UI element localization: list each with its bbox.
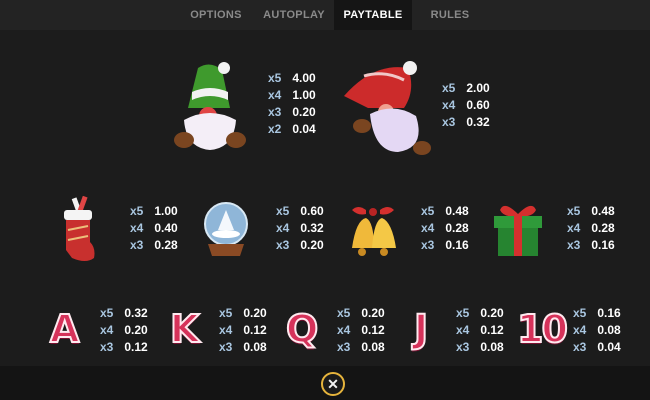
pay-row: x4 0.40 xyxy=(130,221,178,235)
green-gnome-pays: x5 4.00 x4 1.00 x3 0.20 x2 0.04 xyxy=(268,70,316,138)
pay-row: x4 0.28 xyxy=(421,221,469,235)
pay-row: x3 0.08 xyxy=(219,340,267,354)
tab-paytable[interactable]: PAYTABLE xyxy=(334,0,412,30)
pay-row: x4 1.00 xyxy=(268,88,316,102)
pay-row: x5 0.32 xyxy=(100,306,148,320)
tab-options[interactable]: OPTIONS xyxy=(178,0,254,30)
tab-rules[interactable]: RULES xyxy=(412,0,488,30)
gift-symbol xyxy=(494,205,542,256)
pay-row: x4 0.60 xyxy=(442,98,490,112)
pay-row: x3 0.28 xyxy=(130,238,178,252)
red-gnome-pays: x5 2.00 x4 0.60 x3 0.32 xyxy=(442,80,490,131)
pay-row: x5 0.48 xyxy=(567,204,615,218)
pay-row: x5 0.20 xyxy=(456,306,504,320)
pay-row: x5 1.00 xyxy=(130,204,178,218)
pay-row: x2 0.04 xyxy=(268,122,316,136)
letter-a-pays: x5 0.32 x4 0.20 x3 0.12 xyxy=(100,305,148,356)
pay-row: x4 0.20 xyxy=(100,323,148,337)
bells-symbol xyxy=(352,207,396,256)
pay-row: x4 0.28 xyxy=(567,221,615,235)
pay-row: x5 2.00 xyxy=(442,81,490,95)
pay-row: x3 0.04 xyxy=(573,340,621,354)
pay-row: x3 0.08 xyxy=(337,340,385,354)
letter-j-pays: x5 0.20 x4 0.12 x3 0.08 xyxy=(456,305,504,356)
pay-row: x3 0.32 xyxy=(442,115,490,129)
gift-pays: x5 0.48 x4 0.28 x3 0.16 xyxy=(567,203,615,254)
pay-row: x5 0.16 xyxy=(573,306,621,320)
letter-k-symbol: K xyxy=(169,306,200,352)
letter-k-pays: x5 0.20 x4 0.12 x3 0.08 xyxy=(219,305,267,356)
tab-bar: OPTIONS AUTOPLAY PAYTABLE RULES xyxy=(0,0,650,30)
snowglobe-symbol xyxy=(204,202,248,256)
red-gnome-symbol xyxy=(344,61,431,155)
pay-row: x5 0.20 xyxy=(337,306,385,320)
close-button[interactable]: ✕ xyxy=(321,372,345,396)
letter-q-pays: x5 0.20 x4 0.12 x3 0.08 xyxy=(337,305,385,356)
pay-row: x4 0.12 xyxy=(456,323,504,337)
pay-row: x5 0.60 xyxy=(276,204,324,218)
pay-row: x4 0.12 xyxy=(337,323,385,337)
pay-row: x3 0.16 xyxy=(421,238,469,252)
pay-row: x4 0.12 xyxy=(219,323,267,337)
pay-row: x4 0.08 xyxy=(573,323,621,337)
snowglobe-pays: x5 0.60 x4 0.32 x3 0.20 xyxy=(276,203,324,254)
stocking-pays: x5 1.00 x4 0.40 x3 0.28 xyxy=(130,203,178,254)
pay-row: x3 0.16 xyxy=(567,238,615,252)
letter-10-pays: x5 0.16 x4 0.08 x3 0.04 xyxy=(573,305,621,356)
pay-row: x3 0.20 xyxy=(268,105,316,119)
letter-10-symbol: 10 xyxy=(516,306,569,352)
green-gnome-symbol xyxy=(174,62,246,150)
close-icon: ✕ xyxy=(327,376,339,392)
letter-q-symbol: Q xyxy=(285,306,319,352)
tab-autoplay[interactable]: AUTOPLAY xyxy=(254,0,334,30)
pay-row: x5 0.20 xyxy=(219,306,267,320)
letter-a-symbol: A xyxy=(49,306,80,352)
pay-row: x5 4.00 xyxy=(268,71,316,85)
pay-row: x5 0.48 xyxy=(421,204,469,218)
pay-row: x4 0.32 xyxy=(276,221,324,235)
bells-pays: x5 0.48 x4 0.28 x3 0.16 xyxy=(421,203,469,254)
letter-j-symbol: J xyxy=(413,306,429,352)
pay-row: x3 0.12 xyxy=(100,340,148,354)
stocking-symbol xyxy=(64,196,95,261)
pay-row: x3 0.08 xyxy=(456,340,504,354)
pay-row: x3 0.20 xyxy=(276,238,324,252)
